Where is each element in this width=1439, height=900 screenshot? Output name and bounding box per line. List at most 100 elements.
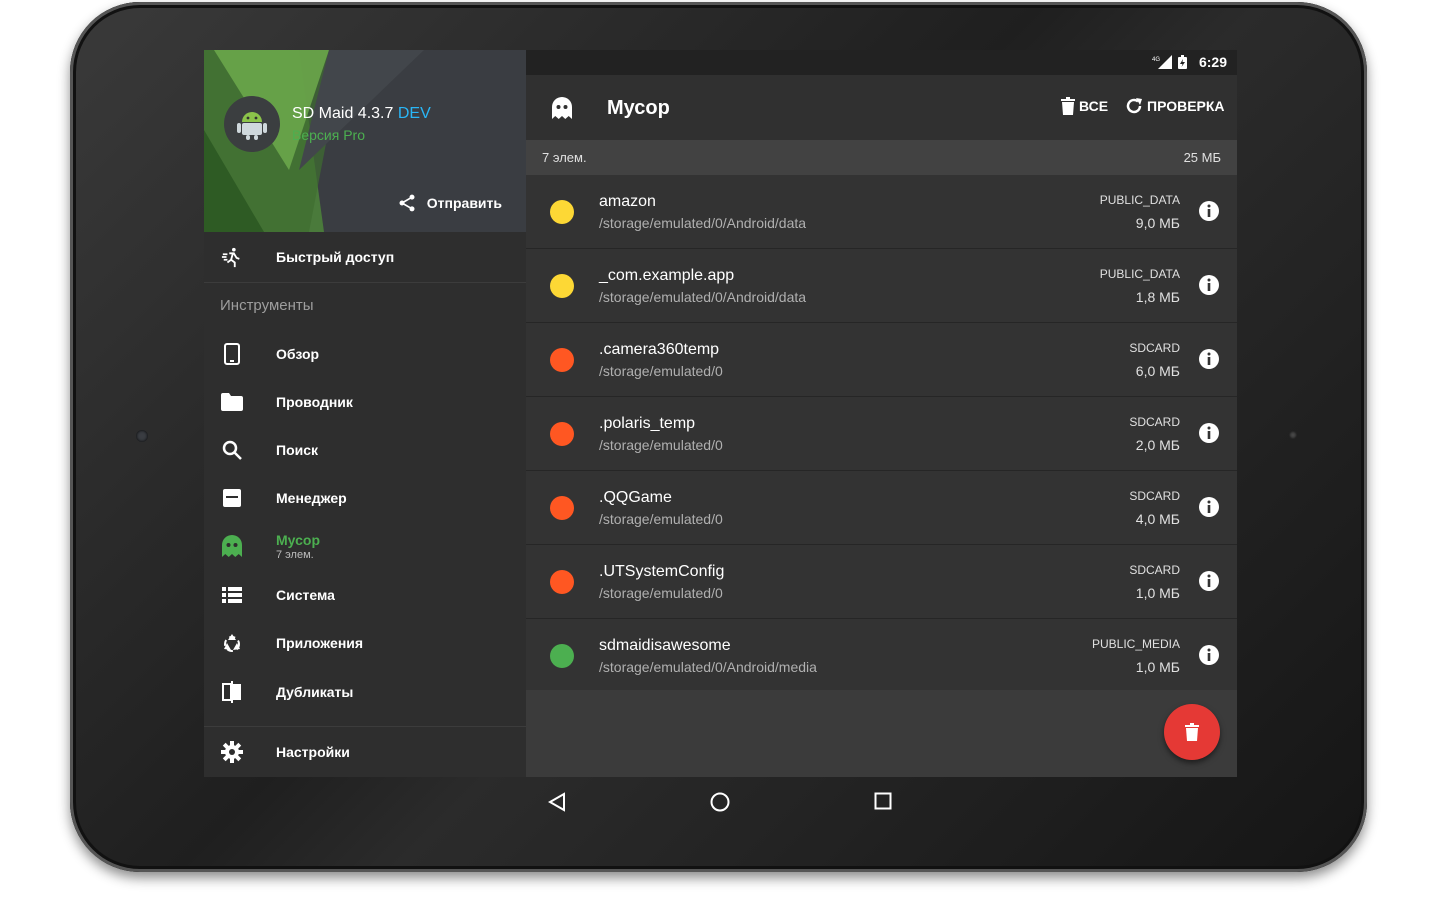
drawer-item-settings[interactable]: Настройки (204, 728, 526, 776)
system-navigation-bar (478, 782, 958, 818)
back-icon[interactable] (548, 792, 566, 812)
summary-bar: 7 элем. 25 МБ (526, 140, 1237, 175)
item-name: sdmaidisawesome (599, 637, 731, 654)
item-size: 9,0 МБ (1135, 215, 1180, 231)
dev-tag: DEV (397, 105, 431, 122)
item-location: PUBLIC_MEDIA (1091, 637, 1180, 651)
navigation-drawer: SD Maid 4.3.7 DEV Версия Pro Отправить Б… (204, 50, 526, 777)
status-dot (550, 422, 574, 446)
item-size: 1,0 МБ (1135, 659, 1180, 675)
item-location: SDCARD (1129, 563, 1180, 577)
list-item[interactable]: amazon/storage/emulated/0/Android/data PU… (526, 175, 1237, 249)
list-item[interactable]: .UTSystemConfig/storage/emulated/0 SDCARD… (526, 545, 1237, 619)
recents-icon[interactable] (874, 792, 892, 810)
item-size: 2,0 МБ (1135, 437, 1180, 453)
item-size: 6,0 МБ (1135, 363, 1180, 379)
drawer-item-quick-access[interactable]: Быстрый доступ (204, 233, 526, 281)
svg-text:4G: 4G (1152, 57, 1160, 63)
list-item[interactable]: _com.example.app/storage/emulated/0/Andr… (526, 249, 1237, 323)
home-icon[interactable] (709, 791, 731, 813)
drawer-item-manager[interactable]: Менеджер (204, 474, 526, 522)
status-dot (550, 348, 574, 372)
delete-all-label: ВСЕ (1079, 98, 1109, 114)
recycle-icon (220, 631, 244, 655)
status-dot (550, 274, 574, 298)
delete-all-button[interactable]: ВСЕ (1061, 97, 1108, 115)
drawer-item-label: Обзор (276, 346, 320, 362)
drawer-item-count: 7 элем. (276, 549, 314, 561)
item-path: /storage/emulated/0/Android/media (599, 659, 817, 675)
drawer-item-corpse[interactable]: Мусор 7 элем. (204, 522, 526, 570)
delete-fab[interactable] (1164, 704, 1220, 760)
drawer-item-label: Мусор (276, 532, 320, 548)
list-item[interactable]: sdmaidisawesome/storage/emulated/0/Andro… (526, 619, 1237, 693)
folder-icon (220, 390, 244, 414)
item-location: PUBLIC_DATA (1099, 193, 1180, 207)
item-path: /storage/emulated/0 (599, 511, 723, 527)
app-manager-icon (220, 486, 244, 510)
status-time: 6:29 (1198, 54, 1227, 70)
info-icon[interactable] (1199, 571, 1219, 591)
app-name: SD Maid 4.3.7 DEV (292, 105, 431, 123)
drawer-item-duplicates[interactable]: Дубликаты (204, 668, 526, 716)
battery-icon (1178, 55, 1187, 69)
list-item[interactable]: .QQGame/storage/emulated/0 SDCARD 4,0 МБ (526, 471, 1237, 545)
item-name: .QQGame (599, 489, 672, 506)
scan-button[interactable]: ПРОВЕРКА (1125, 97, 1225, 115)
section-title-tools: Инструменты (220, 297, 314, 314)
info-icon[interactable] (1199, 349, 1219, 369)
list-item[interactable]: .camera360temp/storage/emulated/0 SDCARD 6… (526, 323, 1237, 397)
item-path: /storage/emulated/0 (599, 363, 723, 379)
item-location: SDCARD (1129, 415, 1180, 429)
ghost-icon (552, 97, 572, 119)
divider (204, 726, 526, 727)
list-footer-area (526, 690, 1237, 777)
drawer-item-label: Дубликаты (276, 684, 354, 700)
scan-label: ПРОВЕРКА (1147, 98, 1225, 114)
item-path: /storage/emulated/0 (599, 437, 723, 453)
toolbar: Мусор ВСЕ ПРОВЕРКА (526, 75, 1237, 140)
share-label: Отправить (426, 195, 502, 211)
item-location: SDCARD (1129, 489, 1180, 503)
camera-sensor (136, 430, 148, 442)
drawer-item-explorer[interactable]: Проводник (204, 378, 526, 426)
info-icon[interactable] (1199, 423, 1219, 443)
info-icon[interactable] (1199, 497, 1219, 517)
item-name: .UTSystemConfig (599, 563, 725, 580)
corpse-list: amazon/storage/emulated/0/Android/data PU… (526, 175, 1237, 693)
drawer-item-label: Поиск (276, 442, 319, 458)
info-icon[interactable] (1199, 275, 1219, 295)
drawer-item-overview[interactable]: Обзор (204, 330, 526, 378)
item-name: _com.example.app (599, 267, 735, 284)
list-item[interactable]: .polaris_temp/storage/emulated/0 SDCARD 2,… (526, 397, 1237, 471)
item-size: 4,0 МБ (1135, 511, 1180, 527)
item-count: 7 элем. (542, 150, 587, 165)
item-name: .camera360temp (599, 341, 720, 358)
drawer-item-apps[interactable]: Приложения (204, 619, 526, 667)
app-version-text: SD Maid 4.3.7 (292, 105, 394, 122)
drawer-item-system[interactable]: Система (204, 571, 526, 619)
status-dot (550, 496, 574, 520)
item-size: 1,0 МБ (1135, 585, 1180, 601)
drawer-item-label: Система (276, 587, 335, 603)
drawer-item-search[interactable]: Поиск (204, 426, 526, 474)
status-dot (550, 644, 574, 668)
item-location: PUBLIC_DATA (1099, 267, 1180, 281)
info-icon[interactable] (1199, 645, 1219, 665)
search-icon (220, 438, 244, 462)
drawer-item-label: Приложения (276, 635, 364, 651)
share-icon (399, 194, 415, 212)
light-sensor (1289, 431, 1297, 439)
drawer-header: SD Maid 4.3.7 DEV Версия Pro Отправить (204, 50, 526, 232)
divider (204, 282, 526, 283)
info-icon[interactable] (1199, 201, 1219, 221)
drawer-item-label: Настройки (276, 744, 350, 760)
runner-icon (220, 245, 244, 269)
share-button[interactable]: Отправить (397, 193, 502, 213)
status-bar: 4G 6:29 (526, 50, 1237, 75)
phone-icon (220, 342, 244, 366)
signal-icon: 4G (1152, 55, 1172, 69)
ghost-icon (220, 534, 244, 558)
item-path: /storage/emulated/0/Android/data (599, 289, 807, 305)
item-path: /storage/emulated/0/Android/data (599, 215, 807, 231)
